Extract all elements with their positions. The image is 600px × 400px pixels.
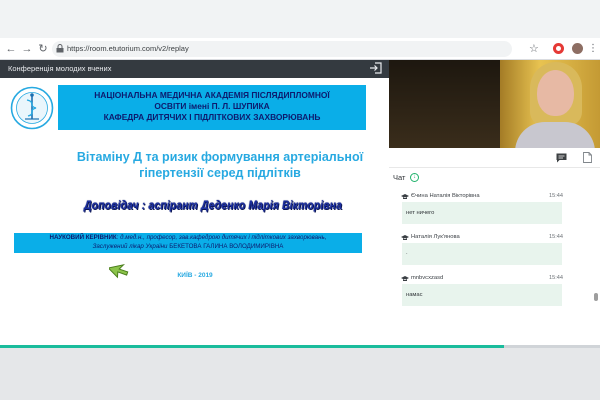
reload-icon[interactable]: ↻ (36, 42, 50, 56)
supervisor-line-2: Заслужений лікар України БЕКЕТОВА ГАЛИНА… (14, 243, 362, 251)
academy-logo (10, 86, 54, 130)
chat-message-author: mnbvcxzasd (411, 275, 444, 281)
chat-message-author: Єчина Наталія Вікторівна (411, 193, 480, 199)
chat-message-text: нет ничего (406, 210, 435, 216)
banner-line-3: КАФЕДРА ДИТЯЧИХ І ПІДЛІТКОВИХ ЗАХВОРЮВАН… (103, 112, 321, 122)
arrow-left-icon[interactable]: ← (4, 42, 18, 56)
graduation-cap-icon (401, 276, 409, 281)
supervisor-line-1: НАУКОВИЙ КЕРІВНИК: д.мед.н., професор, з… (14, 234, 362, 242)
download-chat-icon[interactable]: ↓ (410, 173, 419, 182)
chat-message-time: 15:44 (549, 193, 563, 199)
slide-title-line-1: Вітаміну Д та ризик формування артеріаль… (76, 150, 364, 164)
side-panel-toolbar (389, 148, 600, 168)
arrow-right-icon[interactable]: → (20, 42, 34, 56)
slide-title-line-2: гіпертензії серед підлітків (139, 166, 301, 180)
graduation-cap-icon (401, 235, 409, 240)
chat-message-bubble (402, 243, 562, 265)
chat-message-text: . (406, 250, 408, 256)
url-text: https://room.etutorium.com/v2/replay (67, 44, 189, 53)
chat-message-time: 15:44 (549, 275, 563, 281)
star-icon[interactable]: ☆ (529, 42, 539, 56)
more-menu-icon[interactable]: ⋮ (588, 42, 598, 56)
presenter-face (537, 70, 574, 116)
lock-icon (56, 44, 64, 53)
supervisor-name: БЕКЕТОВА ГАЛИНА ВОЛОДИМИРІВНА (167, 243, 284, 250)
extension-icon[interactable] (553, 43, 564, 54)
banner-line-1: НАЦІОНАЛЬНА МЕДИЧНА АКАДЕМІЯ ПІСЛЯДИПЛОМ… (94, 90, 330, 100)
browser-tab-strip (0, 0, 600, 38)
arrow-cursor-icon (109, 263, 129, 279)
city-year: КИЇВ - 2019 (177, 272, 213, 279)
graduation-cap-icon (401, 194, 409, 199)
chat-message-bubble (402, 284, 562, 306)
chat-label: Чат (393, 173, 406, 182)
supervisor-honor: Заслужений лікар України (92, 243, 168, 250)
supervisor-label: НАУКОВИЙ КЕРІВНИК (49, 234, 117, 241)
bottom-area (0, 348, 600, 400)
banner-line-2: ОСВІТИ імені П. Л. ШУПИКА (154, 101, 270, 111)
chat-message-text: намас (406, 292, 423, 298)
chat-message-author: Наталія Лук'янова (411, 234, 460, 240)
speaker-line: Доповідач : аспірант Деденко Марія Вікто… (83, 198, 342, 212)
file-icon[interactable] (583, 152, 592, 163)
chat-message-time: 15:44 (549, 234, 563, 240)
profile-avatar[interactable] (572, 43, 583, 54)
exit-icon[interactable] (369, 61, 383, 75)
chat-bubble-icon[interactable] (556, 153, 567, 163)
webinar-title: Конференція молодих вчених (8, 64, 112, 73)
supervisor-titles: : д.мед.н., професор, зав.кафедрою дитяч… (116, 234, 327, 241)
chat-scrollbar[interactable] (594, 293, 598, 301)
